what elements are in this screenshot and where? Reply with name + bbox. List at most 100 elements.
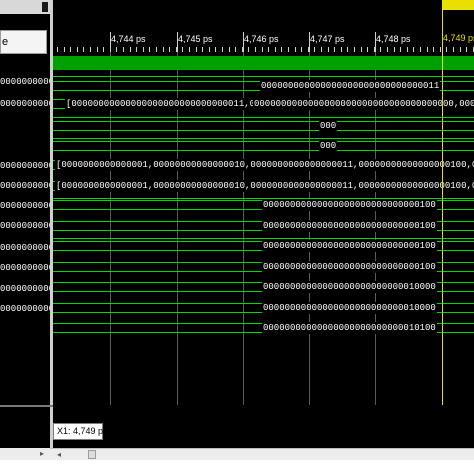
signal-trace [53, 150, 474, 151]
ruler-minor-tick [268, 47, 269, 52]
ruler-minor-tick [103, 47, 104, 52]
ruler-minor-tick [143, 47, 144, 52]
ruler-minor-tick [70, 47, 71, 52]
ruler-minor-tick [301, 47, 302, 52]
ruler-minor-tick [123, 47, 124, 52]
value-scrollbar[interactable]: ▸ [0, 448, 50, 460]
signal-value-label: 00000000000000000000000000000100 [262, 261, 437, 273]
signal-bus-bar[interactable] [53, 56, 474, 70]
cursor-readout: X1: 4,749 ps [53, 423, 108, 440]
ruler-minor-tick [433, 47, 434, 52]
ruler-minor-tick [64, 47, 65, 52]
ruler-major-tick [309, 32, 310, 52]
signal-value[interactable]: 0000000000000 [0, 76, 50, 88]
ruler-minor-tick [176, 47, 177, 52]
signal-trace [53, 141, 474, 142]
signal-row[interactable]: 00000000000000000000000000000100 [53, 261, 474, 273]
signal-row[interactable]: 00000000000000000000000000000100 [53, 240, 474, 252]
signal-value-label: 00000000000000000000000000000100 [262, 220, 437, 232]
signal-trace [53, 238, 474, 239]
time-cursor[interactable] [442, 0, 443, 405]
ruler-minor-tick [255, 47, 256, 52]
ruler-minor-tick [387, 47, 388, 52]
signal-row[interactable]: 00000000000000000000000000010100 [53, 322, 474, 334]
signal-trace [53, 121, 474, 122]
signal-trace [53, 138, 474, 139]
ruler-minor-tick [466, 47, 467, 52]
ruler-minor-tick [149, 47, 150, 52]
signal-value[interactable]: 0000000000000 [0, 220, 50, 232]
ruler-minor-tick [440, 47, 441, 52]
scroll-left-icon[interactable]: ◂ [54, 450, 64, 459]
ruler-minor-tick [453, 47, 454, 52]
ruler-minor-tick [427, 47, 428, 52]
signal-row[interactable]: 00000000000000000000000000010000 [53, 302, 474, 314]
ruler-minor-tick [420, 47, 421, 52]
scroll-right-icon[interactable]: ▸ [40, 449, 48, 458]
signal-row[interactable]: 00000000000000000000000000000100 [53, 220, 474, 232]
ruler-minor-tick [400, 47, 401, 52]
ruler-minor-tick [90, 47, 91, 52]
value-column-header[interactable]: e [0, 30, 47, 54]
scrollbar-thumb[interactable] [88, 450, 96, 459]
ruler-minor-tick [334, 47, 335, 52]
ruler-minor-tick [281, 47, 282, 52]
signal-value[interactable]: 0000000000000 [0, 283, 50, 295]
signal-row[interactable]: 000000000000000000000000000000011 [53, 80, 474, 92]
signal-row[interactable]: 00000000000000000000000000000100 [53, 199, 474, 211]
signal-value-label: 0000000000000000000000000000000000000,00… [253, 98, 474, 110]
ruler-minor-tick [407, 47, 408, 52]
ruler-minor-tick [97, 47, 98, 52]
value-column-toolbar [0, 0, 50, 14]
waveform-area[interactable]: 4,744 ps 4,745 ps 4,746 ps 4,747 ps 4,74… [53, 0, 474, 405]
ruler-minor-tick [182, 47, 183, 52]
signal-value-column: e 000000000 0000 00000 00000000 0 000000000… [0, 0, 50, 448]
signal-value-label: 00000000000000000000000000000100 [262, 199, 437, 211]
ruler-minor-tick [446, 47, 447, 52]
signal-value[interactable]: 0000000000000 [0, 160, 50, 172]
signal-value[interactable]: 0000000000000 [0, 262, 50, 274]
waveform-viewer: e 000000000 0000 00000 00000000 0 000000000… [0, 0, 474, 474]
ruler-minor-tick [235, 47, 236, 52]
ruler-minor-tick [413, 47, 414, 52]
horizontal-scrollbar[interactable]: ◂ [50, 448, 474, 460]
ruler-minor-tick [202, 47, 203, 52]
time-tick-label: 4,748 ps [376, 34, 411, 44]
ruler-minor-tick [156, 47, 157, 52]
signal-row[interactable]: [0000000000000001,00000000000000010,0000… [53, 180, 474, 192]
ruler-minor-tick [295, 47, 296, 52]
ruler-minor-tick [209, 47, 210, 52]
ruler-minor-tick [394, 47, 395, 52]
signal-value-label: 00000000000000000000000000010000 [262, 302, 437, 314]
signal-trace [53, 76, 474, 77]
signal-row[interactable]: [0000000000000001,00000000000000010,0000… [53, 159, 474, 171]
signal-value-label: [0000000000000001,00000000000000010,0000… [55, 159, 474, 171]
ruler-minor-tick [196, 47, 197, 52]
cursor-flag[interactable] [442, 0, 474, 10]
ruler-minor-tick [77, 47, 78, 52]
signal-value[interactable]: 0000000000000 [0, 242, 50, 254]
signal-value-label: 000 [319, 120, 338, 132]
time-tick-label: 4,747 ps [310, 34, 345, 44]
ruler-minor-tick [328, 47, 329, 52]
signal-value[interactable]: 0000000000000 [0, 303, 50, 315]
signal-row[interactable]: 000 [53, 120, 474, 132]
ruler-minor-tick [169, 47, 170, 52]
ruler-minor-tick [374, 47, 375, 52]
signal-row[interactable]: [00000000000000000000000000000011,000000… [53, 98, 474, 110]
signal-value[interactable]: 0000000000000 [0, 98, 50, 110]
ruler-minor-tick [347, 47, 348, 52]
signal-value[interactable]: 0000000000000 [0, 180, 50, 192]
ruler-minor-tick [189, 47, 190, 52]
signal-row[interactable]: 00000000000000000000000000010000 [53, 281, 474, 293]
signal-row[interactable]: 000 [53, 140, 474, 152]
cursor-panel [53, 405, 474, 448]
ruler-minor-tick [83, 47, 84, 52]
signal-value[interactable]: 0000000000000 [0, 200, 50, 212]
ruler-minor-tick [380, 47, 381, 52]
time-tick-label: 4,744 ps [111, 34, 146, 44]
signal-trace [53, 130, 474, 131]
ruler-major-tick [177, 32, 178, 52]
ruler-minor-tick [163, 47, 164, 52]
ruler-minor-tick [222, 47, 223, 52]
